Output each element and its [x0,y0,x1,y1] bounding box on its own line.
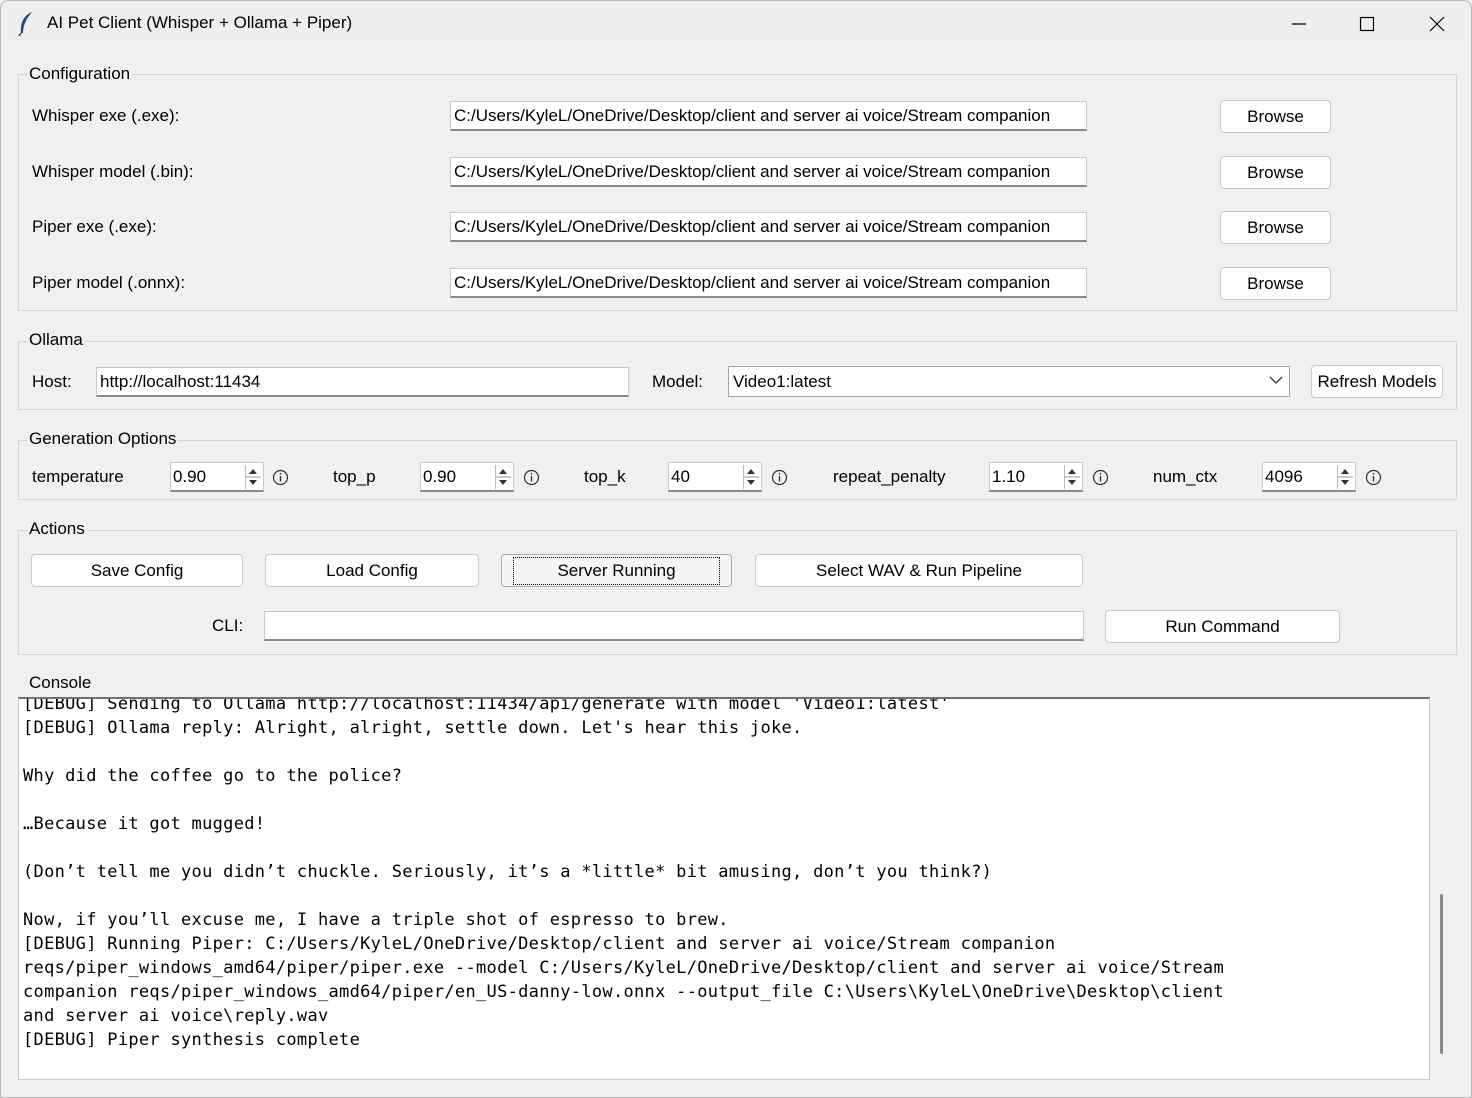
piper-model-browse-button[interactable]: Browse [1220,267,1331,300]
temperature-value: 0.90 [173,467,207,486]
whisper-exe-browse-button[interactable]: Browse [1220,100,1331,133]
server-running-label: Server Running [513,556,720,585]
num-ctx-label: num_ctx [1153,467,1218,486]
piper-model-field[interactable]: C:/Users/KyleL/OneDrive/Desktop/client a… [450,268,1087,298]
top-k-value: 40 [671,467,690,486]
whisper-model-browse-button[interactable]: Browse [1220,156,1331,189]
repeat-penalty-value: 1.10 [992,467,1026,486]
spin-arrows-icon[interactable] [1337,465,1353,489]
host-field[interactable]: http://localhost:11434 [96,367,629,397]
model-dropdown-value: Video1:latest [733,372,831,391]
top-p-spinbox[interactable]: 0.90 [420,462,514,492]
repeat-penalty-label: repeat_penalty [833,467,946,486]
console-line: [DEBUG] Ollama reply: Alright, alright, … [23,718,803,738]
select-wav-run-pipeline-button[interactable]: Select WAV & Run Pipeline [755,554,1083,587]
refresh-models-button[interactable]: Refresh Models [1311,365,1443,398]
console-line: [DEBUG] Piper synthesis complete [23,1030,361,1050]
run-command-button[interactable]: Run Command [1105,610,1340,643]
top-k-label: top_k [584,467,626,486]
num-ctx-spinbox[interactable]: 4096 [1262,462,1356,492]
top-k-info-icon[interactable] [771,469,788,486]
console-line: Why did the coffee go to the police? [23,766,403,786]
piper-model-label: Piper model (.onnx): [32,273,186,292]
console-line: [DEBUG] Sending to Ollama http://localho… [23,697,951,714]
minimize-icon [1292,23,1306,25]
console-line: and server ai voice\reply.wav [23,1006,329,1026]
piper-exe-field[interactable]: C:/Users/KyleL/OneDrive/Desktop/client a… [450,212,1087,242]
console-scrollbar-thumb[interactable] [1440,894,1443,1054]
temperature-label: temperature [32,467,124,486]
actions-label: Actions [27,519,87,539]
server-running-button[interactable]: Server Running [501,554,732,587]
num-ctx-info-icon[interactable] [1365,469,1382,486]
close-icon [1429,16,1445,32]
title-bar[interactable]: AI Pet Client (Whisper + Ollama + Piper) [1,1,1471,47]
spin-arrows-icon[interactable] [495,465,511,489]
feather-icon [18,12,32,37]
top-k-spinbox[interactable]: 40 [668,462,762,492]
app-window: AI Pet Client (Whisper + Ollama + Piper)… [0,0,1472,1098]
ollama-label: Ollama [27,330,85,350]
console-label: Console [27,673,94,693]
whisper-exe-field[interactable]: C:/Users/KyleL/OneDrive/Desktop/client a… [450,101,1087,131]
console-line: reqs/piper_windows_amd64/piper/piper.exe… [23,958,1224,978]
whisper-model-label: Whisper model (.bin): [32,162,194,181]
whisper-exe-label: Whisper exe (.exe): [32,106,180,125]
close-button[interactable] [1403,1,1471,47]
maximize-button[interactable] [1333,1,1401,47]
model-dropdown[interactable]: Video1:latest [728,366,1290,397]
console-output[interactable]: [DEBUG] Sending to Ollama http://localho… [18,697,1430,1080]
spin-arrows-icon[interactable] [1064,465,1080,489]
generation-options-label: Generation Options [27,429,179,449]
num-ctx-value: 4096 [1265,467,1303,486]
temperature-info-icon[interactable] [272,469,289,486]
top-p-label: top_p [333,467,376,486]
spin-arrows-icon[interactable] [245,465,261,489]
chevron-down-icon [1269,376,1283,384]
cli-input[interactable] [264,611,1084,641]
save-config-button[interactable]: Save Config [31,554,243,587]
load-config-button[interactable]: Load Config [265,554,479,587]
repeat-penalty-info-icon[interactable] [1092,469,1109,486]
top-p-value: 0.90 [423,467,457,486]
configuration-label: Configuration [27,64,133,84]
whisper-model-field[interactable]: C:/Users/KyleL/OneDrive/Desktop/client a… [450,157,1087,187]
console-line: companion reqs/piper_windows_amd64/piper… [23,982,1224,1002]
temperature-spinbox[interactable]: 0.90 [170,462,264,492]
piper-exe-label: Piper exe (.exe): [32,217,157,236]
console-text: [DEBUG] Sending to Ollama http://localho… [23,697,1224,1052]
window-title: AI Pet Client (Whisper + Ollama + Piper) [47,13,353,32]
host-label: Host: [32,372,72,391]
model-label: Model: [652,372,704,391]
maximize-icon [1359,16,1375,32]
piper-exe-browse-button[interactable]: Browse [1220,211,1331,244]
console-line: (Don’t tell me you didn’t chuckle. Serio… [23,862,993,882]
console-line: [DEBUG] Running Piper: C:/Users/KyleL/On… [23,934,1056,954]
minimize-button[interactable] [1265,1,1333,47]
top-p-info-icon[interactable] [523,469,540,486]
spin-arrows-icon[interactable] [743,465,759,489]
console-line: Now, if you’ll excuse me, I have a tripl… [23,910,729,930]
cli-label: CLI: [212,616,244,635]
repeat-penalty-spinbox[interactable]: 1.10 [989,462,1083,492]
console-line: …Because it got mugged! [23,814,266,834]
